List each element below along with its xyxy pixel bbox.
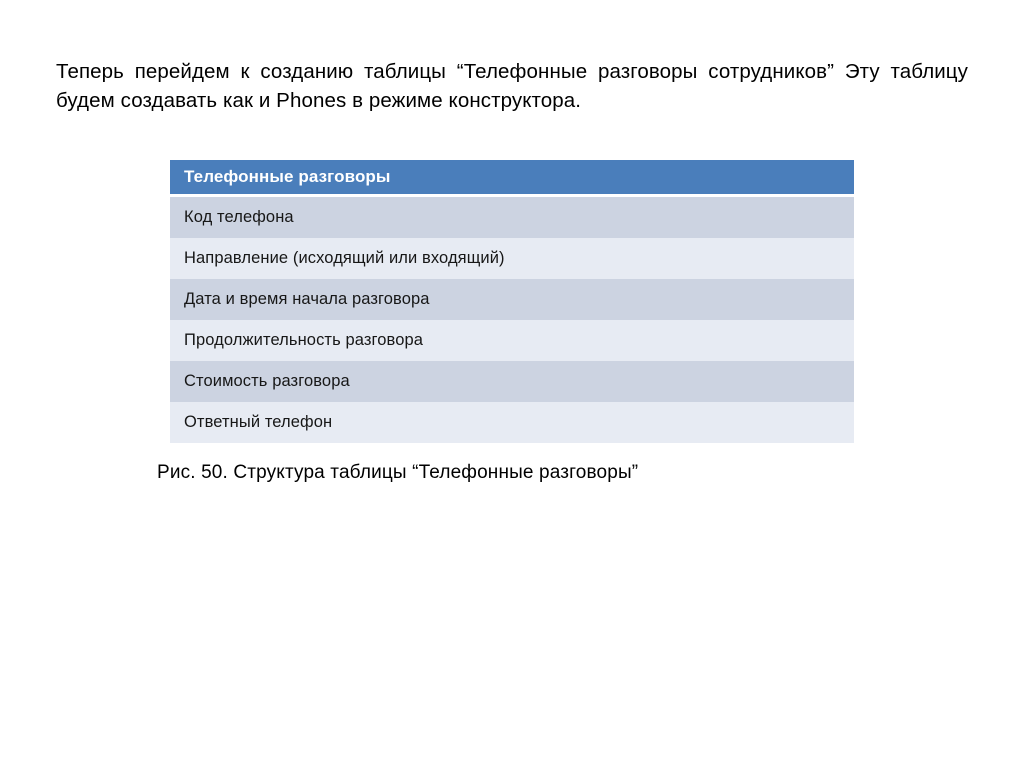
table-row: Продолжительность разговора [170, 320, 854, 361]
table-row-label: Дата и время начала разговора [184, 290, 430, 308]
table-header-row: Телефонные разговоры [170, 160, 854, 194]
table-body: Код телефона Направление (исходящий или … [170, 197, 854, 443]
intro-paragraph-text: Теперь перейдем к созданию таблицы “Теле… [56, 59, 968, 112]
table-row: Дата и время начала разговора [170, 279, 854, 320]
table-row: Стоимость разговора [170, 361, 854, 402]
table-row-label: Стоимость разговора [184, 372, 350, 390]
structure-table: Телефонные разговоры Код телефона Направ… [170, 160, 854, 443]
table-row: Ответный телефон [170, 402, 854, 443]
table-row-label: Продолжительность разговора [184, 331, 424, 349]
table-row-label: Ответный телефон [184, 413, 333, 431]
figure-caption: Рис. 50. Структура таблицы “Телефонные р… [157, 462, 639, 483]
table-row: Направление (исходящий или входящий) [170, 238, 854, 279]
table-row-label: Код телефона [184, 208, 294, 226]
table-row-label: Направление (исходящий или входящий) [184, 249, 505, 267]
intro-paragraph: Теперь перейдем к созданию таблицы “Теле… [56, 57, 968, 115]
table-row: Код телефона [170, 197, 854, 238]
slide-canvas: Теперь перейдем к созданию таблицы “Теле… [0, 0, 1024, 768]
table-header-label: Телефонные разговоры [184, 167, 391, 186]
